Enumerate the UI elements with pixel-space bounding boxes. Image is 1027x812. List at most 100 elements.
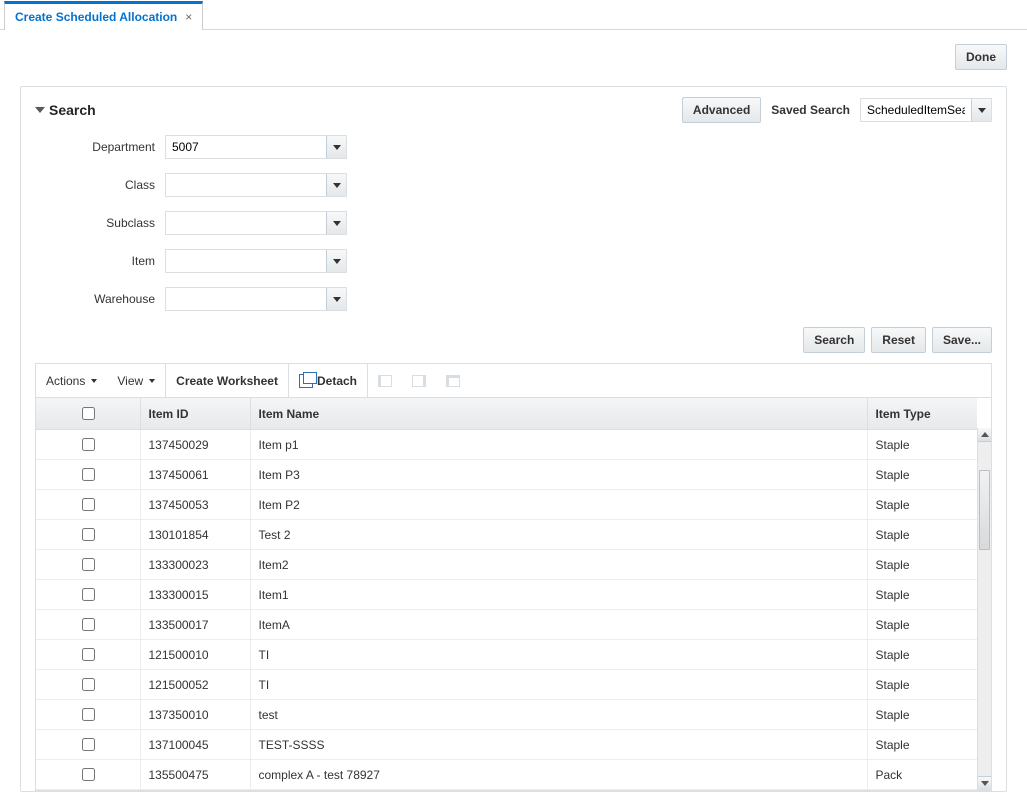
row-select-cell <box>36 550 140 580</box>
table-row[interactable]: 130101854Test 2Staple <box>36 520 977 550</box>
row-checkbox[interactable] <box>82 468 95 481</box>
column-item-type[interactable]: Item Type <box>867 398 977 430</box>
cell-item-id: 135500475 <box>140 760 250 790</box>
results-table: Item ID Item Name Item Type 137450029Ite… <box>36 398 977 790</box>
warehouse-select[interactable] <box>165 287 347 311</box>
warehouse-input[interactable] <box>166 288 326 310</box>
row-checkbox[interactable] <box>82 498 95 511</box>
row-checkbox[interactable] <box>82 648 95 661</box>
column-item-id[interactable]: Item ID <box>140 398 250 430</box>
table-row[interactable]: 137100045TEST-SSSSStaple <box>36 730 977 760</box>
warehouse-dropdown-icon[interactable] <box>326 288 346 310</box>
row-select-cell <box>36 580 140 610</box>
view-menu[interactable]: View <box>107 364 165 397</box>
search-panel-title: Search <box>49 102 96 118</box>
table-row[interactable]: 137450061Item P3Staple <box>36 460 977 490</box>
subclass-dropdown-icon[interactable] <box>326 212 346 234</box>
cell-item-name: TI <box>250 640 867 670</box>
item-label: Item <box>55 254 165 268</box>
chevron-down-icon <box>149 379 155 383</box>
vertical-scrollbar[interactable] <box>977 428 991 790</box>
table-row[interactable]: 133300015Item1Staple <box>36 580 977 610</box>
column-select-all[interactable] <box>36 398 140 430</box>
saved-search-input[interactable] <box>861 99 971 121</box>
class-select[interactable] <box>165 173 347 197</box>
row-select-cell <box>36 730 140 760</box>
class-dropdown-icon[interactable] <box>326 174 346 196</box>
chevron-down-icon <box>333 259 341 264</box>
search-button[interactable]: Search <box>803 327 865 353</box>
item-input[interactable] <box>166 250 326 272</box>
cell-item-id: 137450061 <box>140 460 250 490</box>
column-item-name[interactable]: Item Name <box>250 398 867 430</box>
row-select-cell <box>36 700 140 730</box>
row-checkbox[interactable] <box>82 768 95 781</box>
row-checkbox[interactable] <box>82 558 95 571</box>
row-checkbox[interactable] <box>82 438 95 451</box>
search-panel: Search Advanced Saved Search Department … <box>20 86 1007 792</box>
row-select-cell <box>36 430 140 460</box>
row-select-cell <box>36 460 140 490</box>
cell-item-name: Item2 <box>250 550 867 580</box>
table-row[interactable]: 121500052TIStaple <box>36 670 977 700</box>
tab-title: Create Scheduled Allocation <box>15 10 177 24</box>
subclass-input[interactable] <box>166 212 326 234</box>
scroll-up-icon[interactable] <box>978 428 991 442</box>
cell-item-type: Staple <box>867 520 977 550</box>
row-checkbox[interactable] <box>82 618 95 631</box>
cell-item-name: TEST-SSSS <box>250 730 867 760</box>
subclass-select[interactable] <box>165 211 347 235</box>
row-select-cell <box>36 520 140 550</box>
cell-item-type: Staple <box>867 610 977 640</box>
tab-create-scheduled-allocation[interactable]: Create Scheduled Allocation × <box>4 1 203 30</box>
actions-menu[interactable]: Actions <box>36 364 107 397</box>
chevron-down-icon <box>333 297 341 302</box>
row-checkbox[interactable] <box>82 678 95 691</box>
item-select[interactable] <box>165 249 347 273</box>
table-row[interactable]: 137450053Item P2Staple <box>36 490 977 520</box>
detach-button[interactable]: Detach <box>289 364 367 397</box>
create-worksheet-button[interactable]: Create Worksheet <box>166 364 288 397</box>
toolbar-disabled-1 <box>368 364 402 397</box>
detach-label: Detach <box>317 374 357 388</box>
chevron-down-icon <box>333 145 341 150</box>
saved-search-select[interactable] <box>860 98 992 122</box>
department-select[interactable] <box>165 135 347 159</box>
cell-item-type: Staple <box>867 700 977 730</box>
saved-search-dropdown-icon[interactable] <box>971 99 991 121</box>
select-all-checkbox[interactable] <box>82 407 95 420</box>
item-dropdown-icon[interactable] <box>326 250 346 272</box>
close-tab-icon[interactable]: × <box>185 10 192 24</box>
done-button[interactable]: Done <box>955 44 1007 70</box>
cell-item-id: 137450029 <box>140 430 250 460</box>
detach-icon <box>299 374 313 388</box>
chevron-down-icon <box>91 379 97 383</box>
advanced-button[interactable]: Advanced <box>682 97 761 123</box>
cell-item-type: Staple <box>867 730 977 760</box>
row-checkbox[interactable] <box>82 738 95 751</box>
table-row[interactable]: 121500010TIStaple <box>36 640 977 670</box>
cell-item-name: complex A - test 78927 <box>250 760 867 790</box>
collapse-icon[interactable] <box>35 107 45 113</box>
table-row[interactable]: 137450029Item p1Staple <box>36 430 977 460</box>
table-row[interactable]: 133300023Item2Staple <box>36 550 977 580</box>
row-checkbox[interactable] <box>82 588 95 601</box>
department-input[interactable] <box>166 136 326 158</box>
row-select-cell <box>36 610 140 640</box>
wrap-icon <box>412 375 426 387</box>
reset-button[interactable]: Reset <box>871 327 926 353</box>
save-button[interactable]: Save... <box>932 327 992 353</box>
row-checkbox[interactable] <box>82 708 95 721</box>
department-label: Department <box>55 140 165 154</box>
row-checkbox[interactable] <box>82 528 95 541</box>
scroll-thumb[interactable] <box>979 470 990 550</box>
toolbar-disabled-3 <box>436 364 470 397</box>
department-dropdown-icon[interactable] <box>326 136 346 158</box>
class-input[interactable] <box>166 174 326 196</box>
scroll-down-icon[interactable] <box>978 776 991 790</box>
table-row[interactable]: 137350010testStaple <box>36 700 977 730</box>
row-select-cell <box>36 490 140 520</box>
table-row[interactable]: 133500017ItemAStaple <box>36 610 977 640</box>
toolbar-disabled-2 <box>402 364 436 397</box>
table-row[interactable]: 135500475complex A - test 78927Pack <box>36 760 977 790</box>
